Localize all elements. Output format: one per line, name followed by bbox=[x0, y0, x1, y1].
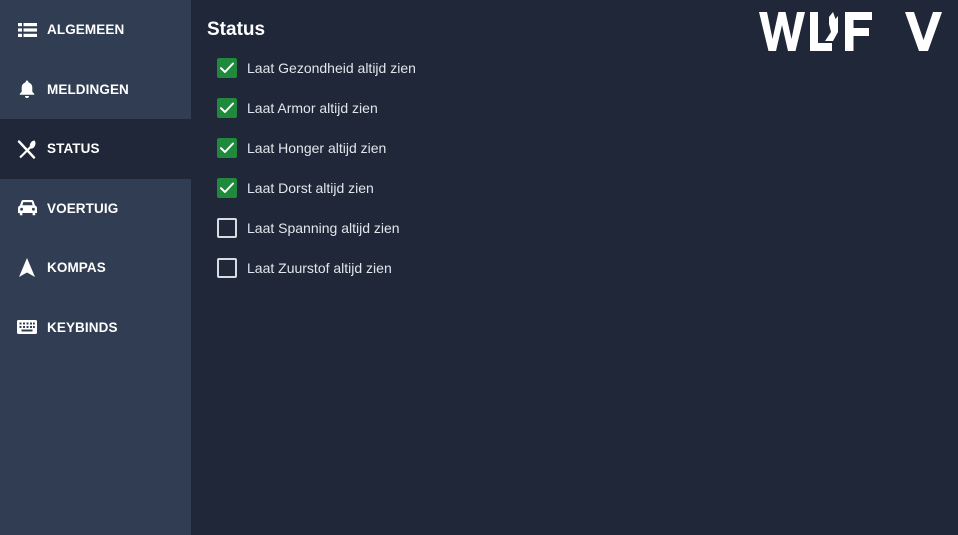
checkmark-icon bbox=[220, 62, 234, 73]
option-label: Laat Dorst altijd zien bbox=[247, 180, 374, 196]
sidebar-item-algemeen[interactable]: ALGEMEEN bbox=[0, 0, 191, 60]
option-honger[interactable]: Laat Honger altijd zien bbox=[217, 128, 958, 168]
checkmark-icon bbox=[220, 182, 234, 193]
option-list: Laat Gezondheid altijd zien Laat Armor a… bbox=[207, 48, 958, 288]
list-icon bbox=[17, 20, 37, 40]
sidebar-item-label: MELDINGEN bbox=[47, 81, 129, 97]
option-label: Laat Honger altijd zien bbox=[247, 140, 387, 156]
utensils-icon bbox=[17, 139, 37, 159]
checkmark-icon bbox=[220, 142, 234, 153]
option-dorst[interactable]: Laat Dorst altijd zien bbox=[217, 168, 958, 208]
bell-icon bbox=[17, 79, 37, 99]
brand-logo bbox=[759, 12, 943, 52]
sidebar-item-status[interactable]: STATUS bbox=[0, 119, 191, 179]
option-gezondheid[interactable]: Laat Gezondheid altijd zien bbox=[217, 48, 958, 88]
keyboard-icon bbox=[17, 317, 37, 337]
sidebar-item-label: KOMPAS bbox=[47, 260, 106, 276]
checkbox[interactable] bbox=[217, 178, 237, 198]
sidebar: ALGEMEEN MELDINGEN STATUS VOERTUIG KOMPA… bbox=[0, 0, 191, 535]
checkbox[interactable] bbox=[217, 98, 237, 118]
option-armor[interactable]: Laat Armor altijd zien bbox=[217, 88, 958, 128]
car-icon bbox=[17, 198, 37, 218]
checkbox[interactable] bbox=[217, 138, 237, 158]
option-spanning[interactable]: Laat Spanning altijd zien bbox=[217, 208, 958, 248]
app-window: ALGEMEEN MELDINGEN STATUS VOERTUIG KOMPA… bbox=[0, 0, 958, 535]
option-zuurstof[interactable]: Laat Zuurstof altijd zien bbox=[217, 248, 958, 288]
navigation-arrow-icon bbox=[17, 258, 37, 278]
checkmark-icon bbox=[220, 102, 234, 113]
sidebar-item-label: KEYBINDS bbox=[47, 319, 118, 335]
sidebar-item-voertuig[interactable]: VOERTUIG bbox=[0, 179, 191, 239]
option-label: Laat Spanning altijd zien bbox=[247, 220, 400, 236]
option-label: Laat Gezondheid altijd zien bbox=[247, 60, 416, 76]
checkbox[interactable] bbox=[217, 58, 237, 78]
sidebar-item-keybinds[interactable]: KEYBINDS bbox=[0, 298, 191, 358]
sidebar-item-meldingen[interactable]: MELDINGEN bbox=[0, 60, 191, 120]
sidebar-item-kompas[interactable]: KOMPAS bbox=[0, 238, 191, 298]
checkbox[interactable] bbox=[217, 218, 237, 238]
settings-panel: Status Laat Gezondheid altijd zien Laat … bbox=[191, 0, 958, 535]
option-label: Laat Zuurstof altijd zien bbox=[247, 260, 392, 276]
sidebar-item-label: ALGEMEEN bbox=[47, 22, 125, 38]
sidebar-item-label: VOERTUIG bbox=[47, 200, 119, 216]
sidebar-item-label: STATUS bbox=[47, 141, 100, 157]
option-label: Laat Armor altijd zien bbox=[247, 100, 378, 116]
checkbox[interactable] bbox=[217, 258, 237, 278]
